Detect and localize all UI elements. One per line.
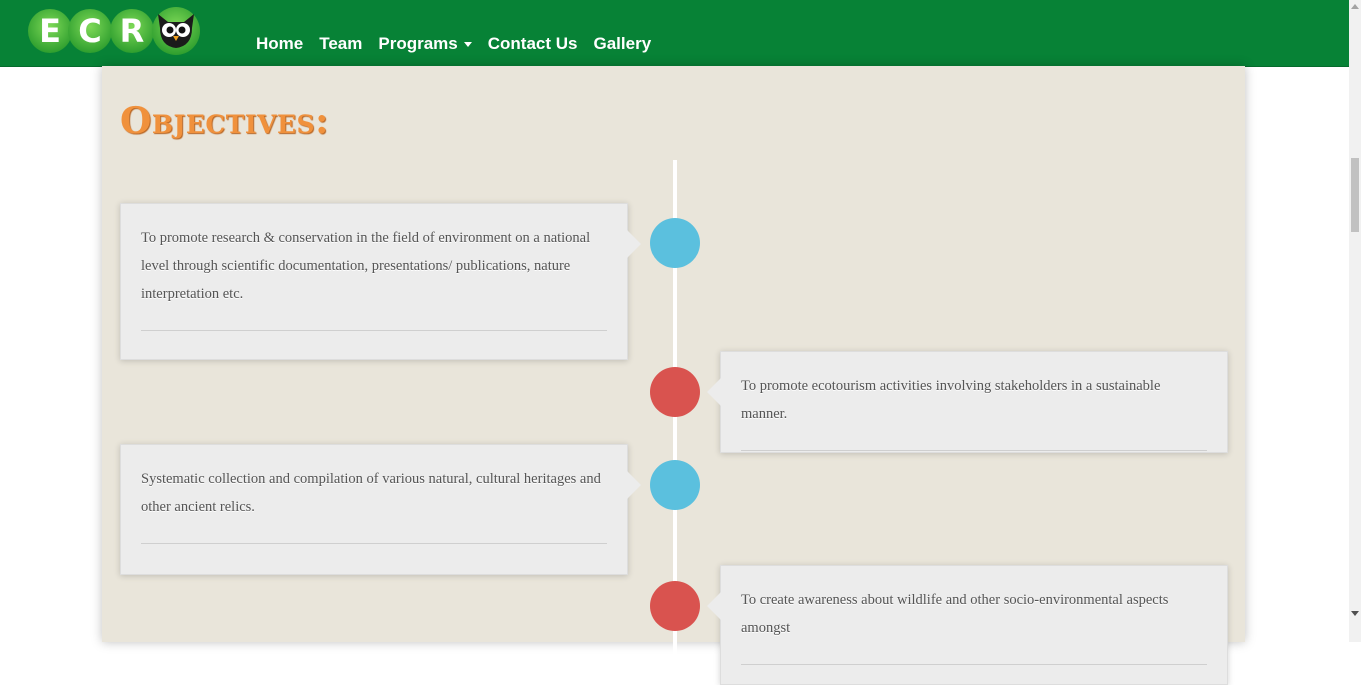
- page-title: Objectives:: [120, 100, 329, 142]
- scrollbar-thumb[interactable]: [1351, 158, 1359, 232]
- nav-contact-us[interactable]: Contact Us: [488, 34, 578, 54]
- timeline-dot-blue: [650, 218, 700, 268]
- timeline-card: To create awareness about wildlife and o…: [707, 565, 1228, 685]
- caret-down-icon: [463, 42, 472, 48]
- svg-text:C: C: [78, 12, 101, 50]
- timeline-card: Systematic collection and compilation of…: [120, 444, 641, 575]
- ecro-logo[interactable]: E C R: [28, 6, 202, 56]
- timeline-card: To promote ecotourism activities involvi…: [707, 351, 1228, 453]
- nav-menu: Home Team Programs Contact Us Gallery: [256, 0, 667, 66]
- scroll-up-arrow-icon[interactable]: [1349, 0, 1361, 12]
- nav-home[interactable]: Home: [256, 34, 303, 54]
- timeline-dot-red: [650, 367, 700, 417]
- timeline-card-text: To create awareness about wildlife and o…: [741, 586, 1207, 665]
- timeline-card-text: Systematic collection and compilation of…: [141, 465, 607, 544]
- scroll-down-arrow-icon[interactable]: [1349, 607, 1361, 619]
- svg-text:E: E: [39, 12, 61, 50]
- svg-text:R: R: [120, 12, 145, 50]
- nav-programs-label: Programs: [378, 34, 458, 53]
- objectives-panel: Objectives: To promote research & conser…: [102, 66, 1245, 685]
- nav-team[interactable]: Team: [319, 34, 362, 54]
- timeline-dot-red: [650, 581, 700, 631]
- timeline-card-text: To promote ecotourism activities involvi…: [741, 372, 1207, 451]
- timeline-card: To promote research & conservation in th…: [120, 203, 641, 360]
- timeline-dot-blue: [650, 460, 700, 510]
- nav-gallery[interactable]: Gallery: [594, 34, 652, 54]
- vertical-scrollbar[interactable]: [1349, 0, 1361, 642]
- nav-programs-dropdown[interactable]: Programs: [378, 34, 472, 54]
- top-navbar: E C R Home Team Programs Contact Us Gall…: [0, 0, 1349, 67]
- timeline-card-text: To promote research & conservation in th…: [141, 224, 607, 331]
